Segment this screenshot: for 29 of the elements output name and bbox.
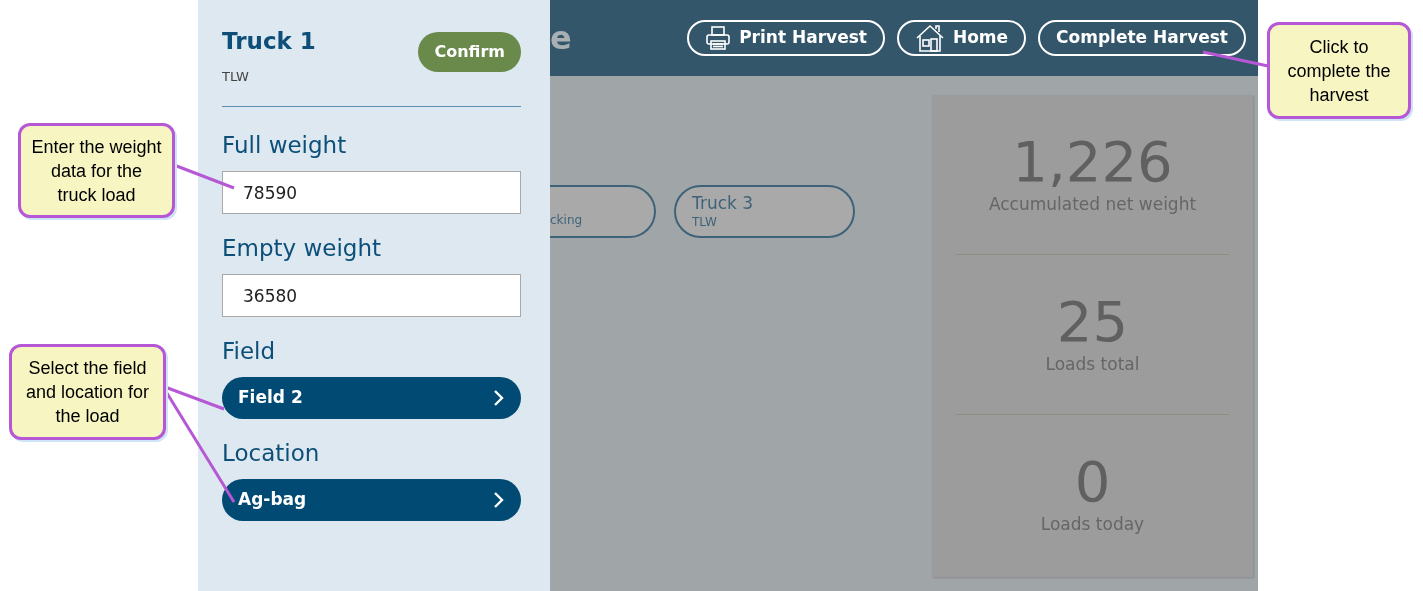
page-title: e xyxy=(550,18,572,59)
stat-value: 1,226 xyxy=(1012,131,1173,192)
select-button[interactable]: Field 2 xyxy=(222,377,521,419)
truck-status: TLW xyxy=(692,213,718,231)
field-label: Empty weight xyxy=(222,234,383,262)
header-button[interactable]: Complete Harvest xyxy=(1038,20,1246,56)
callout: Click to complete the harvest xyxy=(1267,22,1411,119)
printer-icon xyxy=(705,25,732,51)
header-button[interactable]: Print Harvest xyxy=(687,20,885,56)
chevron-right-icon xyxy=(493,491,505,509)
truck-subtitle: TLW xyxy=(222,67,250,86)
chevron-right-icon xyxy=(493,389,505,407)
callout: Select the field and location for the load xyxy=(9,344,166,440)
callout: Enter the weight data for the truck load xyxy=(18,123,175,218)
field-label: Full weight xyxy=(222,131,348,159)
leader-line xyxy=(1202,50,1269,68)
truck-title: Truck 1 xyxy=(222,27,316,56)
truck-status: cking xyxy=(550,211,584,229)
input-field[interactable]: 78590 xyxy=(222,171,521,214)
select-button[interactable]: Ag-bag xyxy=(222,479,521,521)
input-field[interactable]: 36580 xyxy=(222,274,521,317)
house-icon xyxy=(914,23,945,53)
truck-name: Truck 3 xyxy=(692,192,755,213)
stat-value: 25 xyxy=(1056,291,1129,352)
field-label: Location xyxy=(222,439,321,467)
stat-value: 0 xyxy=(1074,452,1111,513)
field-label: Field xyxy=(222,337,277,365)
confirm-button[interactable]: Confirm xyxy=(418,32,521,72)
header-button[interactable]: Home xyxy=(896,20,1027,56)
